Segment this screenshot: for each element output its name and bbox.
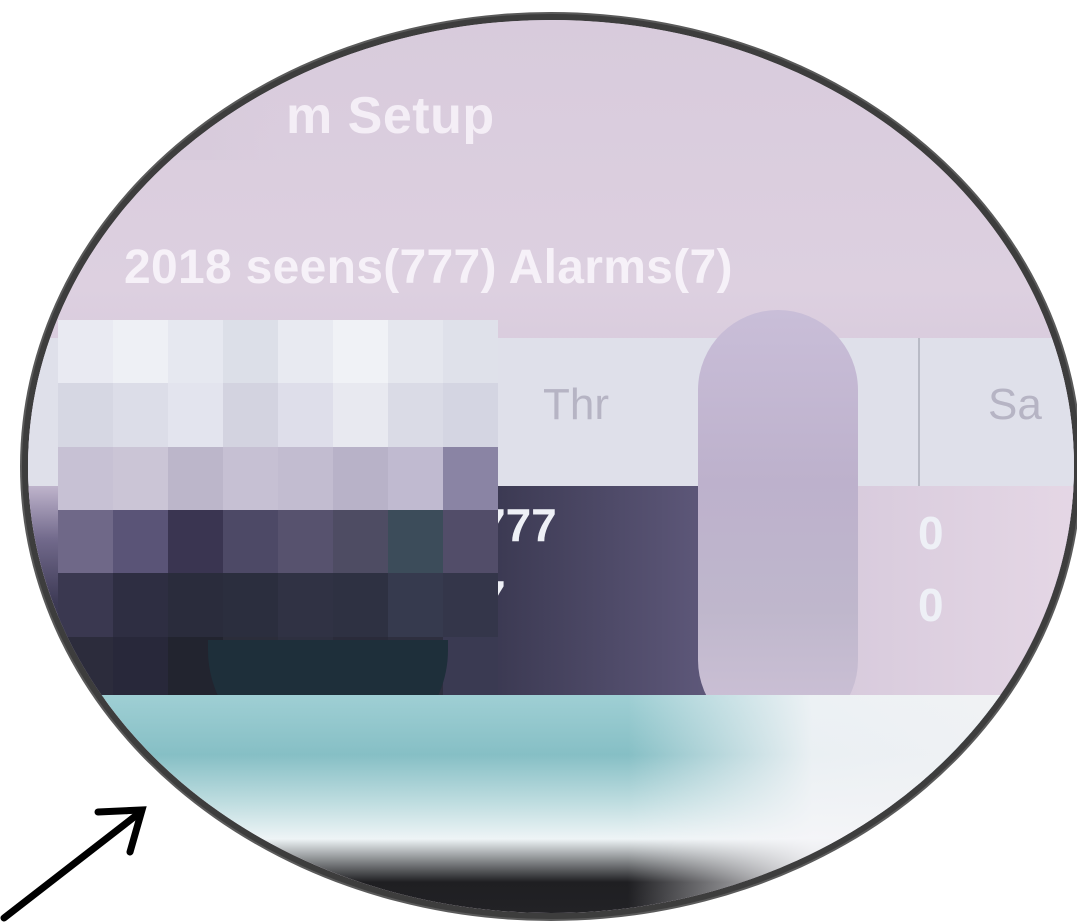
magnifier-lens: m Setup 2018 seens(777) Alarms(7) Thr Sa… xyxy=(22,14,1077,919)
column-divider xyxy=(918,338,920,486)
title-cutoff xyxy=(28,60,280,160)
column-header-sa[interactable]: Sa xyxy=(988,380,1042,430)
screen-title: m Setup xyxy=(286,87,495,145)
blurred-obstruction xyxy=(698,310,858,740)
table-cell-sa-row2: 0 xyxy=(918,579,944,631)
status-summary: 2018 seens(777) Alarms(7) xyxy=(124,241,733,294)
table-cell-sa-row1: 0 xyxy=(918,507,944,559)
arrow-icon xyxy=(0,806,147,922)
column-header-thr[interactable]: Thr xyxy=(543,380,609,430)
glare xyxy=(628,695,1074,913)
